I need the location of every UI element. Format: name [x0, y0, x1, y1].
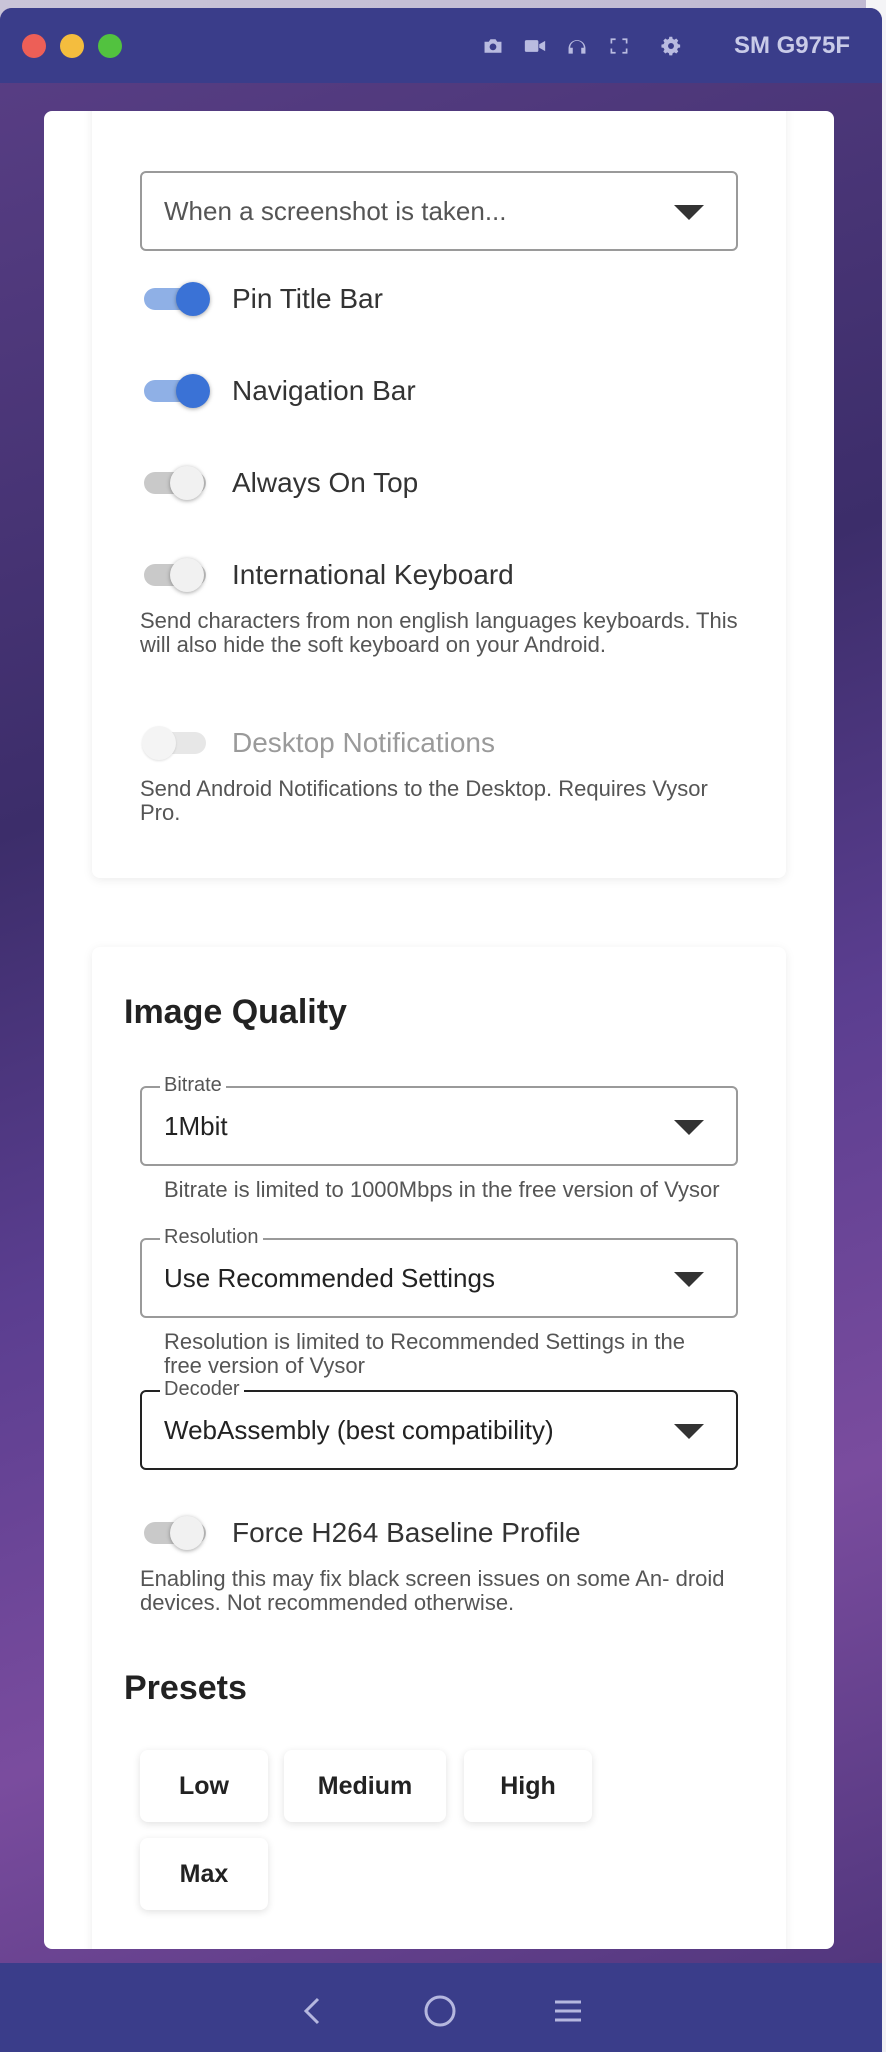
- image-quality-card: Image Quality Bitrate 1Mbit Bitrate is l…: [92, 947, 786, 1949]
- decoder-value: WebAssembly (best compatibility): [164, 1415, 554, 1445]
- bitrate-help: Bitrate is limited to 1000Mbps in the fr…: [164, 1177, 720, 1202]
- navigation-bar-label: Navigation Bar: [232, 375, 416, 406]
- preset-medium-button[interactable]: Medium: [284, 1750, 446, 1822]
- desktop-notifications-row: Desktop Notifications: [140, 713, 740, 773]
- toolbar-icons: [482, 8, 682, 83]
- image-quality-title: Image Quality: [124, 993, 347, 1031]
- bitrate-value: 1Mbit: [164, 1111, 228, 1141]
- window-controls: [22, 33, 122, 58]
- pin-title-bar-label: Pin Title Bar: [232, 283, 383, 314]
- chevron-down-icon: [674, 1120, 704, 1135]
- gear-icon[interactable]: [660, 35, 682, 57]
- close-window-button[interactable]: [22, 33, 46, 58]
- navigation-bar-row[interactable]: Navigation Bar: [140, 361, 740, 421]
- presets-title: Presets: [124, 1669, 247, 1707]
- recents-icon[interactable]: [548, 1991, 588, 2031]
- preset-high-button[interactable]: High: [464, 1750, 592, 1822]
- preset-max-button[interactable]: Max: [140, 1838, 268, 1910]
- international-keyboard-row[interactable]: International Keyboard: [140, 545, 740, 605]
- home-icon[interactable]: [420, 1991, 460, 2031]
- device-name: SM G975F: [733, 32, 850, 59]
- title-bar: SM G975F: [0, 8, 882, 83]
- always-on-top-row[interactable]: Always On Top: [140, 453, 740, 513]
- international-keyboard-label: International Keyboard: [232, 559, 514, 590]
- pin-title-bar-row[interactable]: Pin Title Bar: [140, 269, 740, 329]
- international-keyboard-help: Send characters from non english languag…: [140, 608, 738, 657]
- resolution-help: Resolution is limited to Recommended Set…: [164, 1329, 685, 1378]
- resolution-select[interactable]: Resolution Use Recommended Settings: [140, 1226, 738, 1318]
- app-window: SM G975F When a screenshot is taken... P…: [0, 8, 882, 2052]
- chevron-down-icon: [674, 205, 704, 220]
- general-settings-card: When a screenshot is taken... Pin Title …: [92, 111, 786, 878]
- headphones-icon[interactable]: [566, 35, 588, 57]
- force-h264-label: Force H264 Baseline Profile: [232, 1517, 581, 1548]
- maximize-window-button[interactable]: [98, 33, 122, 58]
- decoder-select[interactable]: Decoder WebAssembly (best compatibility): [140, 1378, 738, 1470]
- preset-low-button[interactable]: Low: [140, 1750, 268, 1822]
- international-keyboard-toggle[interactable]: [140, 558, 214, 592]
- desktop-notifications-toggle: [140, 726, 214, 760]
- force-h264-toggle[interactable]: [140, 1516, 214, 1550]
- screenshot-action-placeholder: When a screenshot is taken...: [164, 196, 507, 226]
- android-navigation-bar: [0, 1963, 882, 2052]
- navigation-bar-toggle[interactable]: [140, 374, 214, 408]
- screenshot-action-select[interactable]: When a screenshot is taken...: [140, 171, 738, 251]
- force-h264-help: Enabling this may fix black screen issue…: [140, 1566, 725, 1615]
- settings-panel[interactable]: When a screenshot is taken... Pin Title …: [44, 111, 834, 1949]
- minimize-window-button[interactable]: [60, 33, 84, 58]
- force-h264-row[interactable]: Force H264 Baseline Profile: [140, 1503, 740, 1563]
- video-icon[interactable]: [524, 35, 546, 57]
- camera-icon[interactable]: [482, 35, 504, 57]
- desktop-notifications-help: Send Android Notifications to the Deskto…: [140, 776, 708, 825]
- always-on-top-toggle[interactable]: [140, 466, 214, 500]
- resolution-value: Use Recommended Settings: [164, 1263, 495, 1293]
- back-icon[interactable]: [292, 1991, 332, 2031]
- bitrate-select[interactable]: Bitrate 1Mbit: [140, 1074, 738, 1166]
- fullscreen-icon[interactable]: [608, 35, 630, 57]
- always-on-top-label: Always On Top: [232, 467, 419, 498]
- chevron-down-icon: [674, 1272, 704, 1287]
- desktop-notifications-label: Desktop Notifications: [232, 727, 496, 758]
- pin-title-bar-toggle[interactable]: [140, 282, 214, 316]
- chevron-down-icon: [674, 1424, 704, 1439]
